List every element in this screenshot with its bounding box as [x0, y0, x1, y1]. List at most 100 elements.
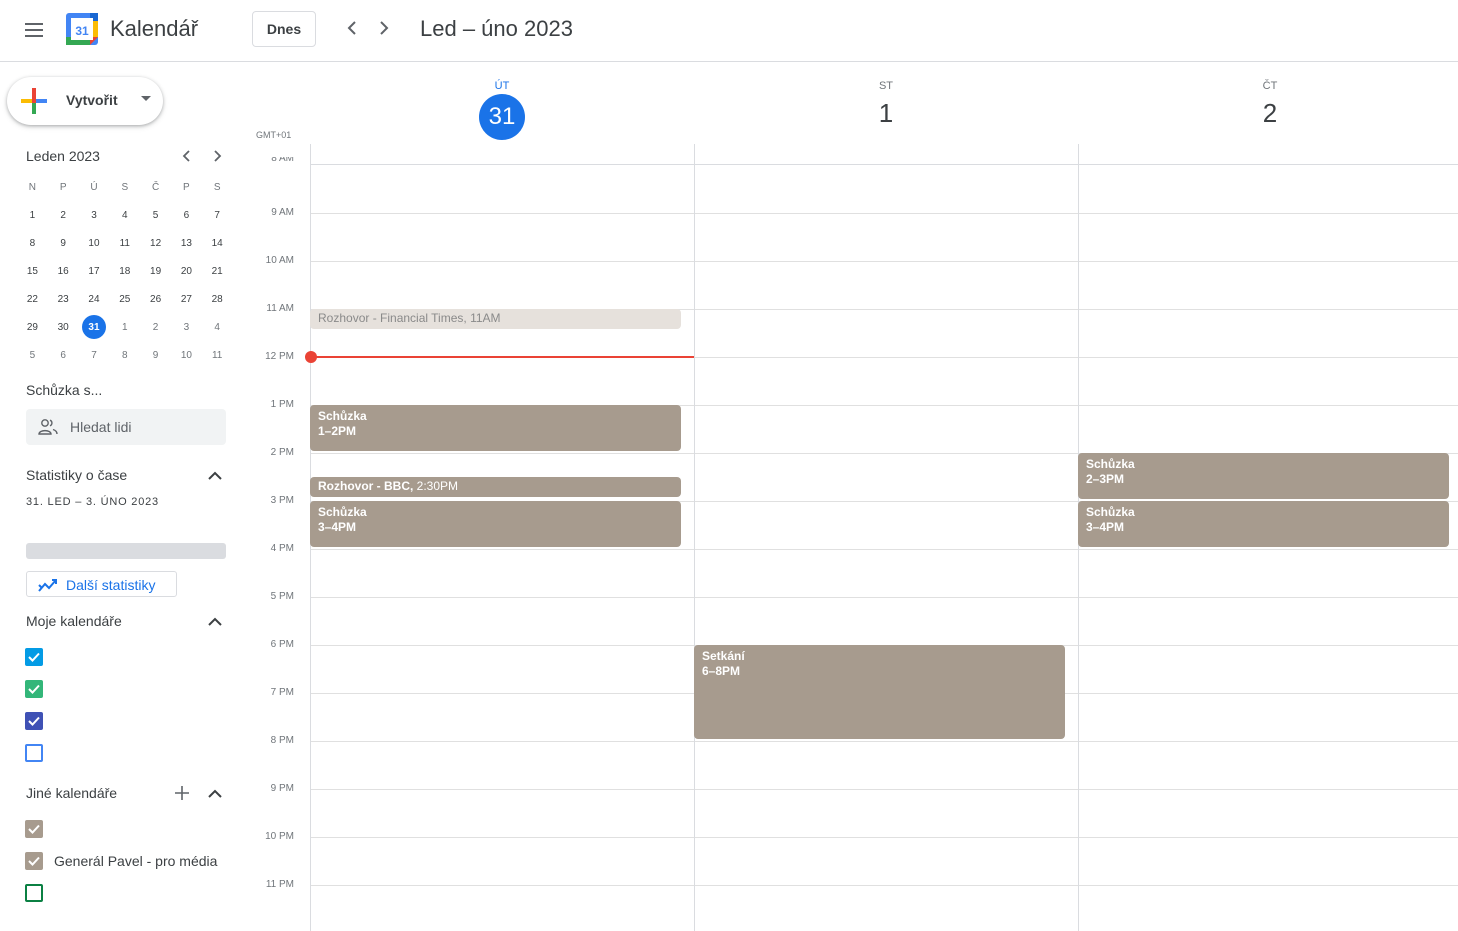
- calendar-checkbox[interactable]: [25, 744, 43, 762]
- create-button[interactable]: Vytvořit: [7, 77, 163, 125]
- collapse-my-calendars-icon[interactable]: [205, 611, 225, 631]
- main-menu-icon[interactable]: [16, 12, 52, 48]
- mini-day[interactable]: 4: [202, 313, 233, 341]
- mini-day[interactable]: 23: [48, 285, 79, 313]
- mini-weekday: S: [213, 181, 221, 193]
- mini-day[interactable]: 1: [17, 201, 48, 229]
- day-number-today[interactable]: 31: [479, 94, 525, 140]
- mini-day[interactable]: 3: [171, 313, 202, 341]
- calendar-logo[interactable]: 31: [66, 13, 98, 45]
- event-time: 1–2PM: [318, 424, 357, 438]
- mini-day[interactable]: 8: [17, 229, 48, 257]
- calendar-event[interactable]: Schůzka 3–4PM: [310, 501, 681, 547]
- mini-day[interactable]: 17: [79, 257, 110, 285]
- mini-day[interactable]: 13: [171, 229, 202, 257]
- calendar-checkbox[interactable]: [25, 852, 43, 870]
- mini-day[interactable]: 7: [79, 341, 110, 369]
- calendar-checkbox[interactable]: [25, 712, 43, 730]
- mini-day[interactable]: 6: [48, 341, 79, 369]
- more-insights-button[interactable]: Další statistiky: [26, 571, 177, 597]
- mini-day[interactable]: 12: [140, 229, 171, 257]
- mini-prev-month-icon[interactable]: [177, 146, 197, 166]
- mini-day[interactable]: 30: [48, 313, 79, 341]
- mini-calendar-title: Leden 2023: [26, 148, 100, 164]
- calendar-event[interactable]: Setkání 6–8PM: [694, 645, 1065, 739]
- hour-label: 11 PM: [265, 879, 294, 890]
- hour-label: 7 PM: [270, 687, 294, 698]
- hour-label: 9 AM: [271, 207, 294, 218]
- mini-day[interactable]: 25: [109, 285, 140, 313]
- search-people-input[interactable]: Hledat lidi: [26, 409, 226, 445]
- hour-line: [310, 837, 1458, 838]
- mini-week-row: 29 30 31 1 2 3 4: [17, 313, 233, 341]
- mini-day-today[interactable]: 31: [79, 313, 110, 341]
- today-button[interactable]: Dnes: [252, 11, 316, 47]
- mini-day[interactable]: 22: [17, 285, 48, 313]
- mini-day[interactable]: 9: [140, 341, 171, 369]
- mini-day[interactable]: 15: [17, 257, 48, 285]
- calendar-event[interactable]: Rozhovor - BBC, 2:30PM: [310, 477, 681, 497]
- mini-day[interactable]: 1: [109, 313, 140, 341]
- logo-day: 31: [75, 24, 89, 38]
- mini-day[interactable]: 28: [202, 285, 233, 313]
- mini-day[interactable]: 4: [109, 201, 140, 229]
- mini-day[interactable]: 6: [171, 201, 202, 229]
- mini-day[interactable]: 9: [48, 229, 79, 257]
- day-of-week: ST: [878, 80, 894, 92]
- check-icon: [28, 856, 40, 866]
- event-time: 2:30PM: [416, 479, 459, 493]
- mini-day[interactable]: 3: [79, 201, 110, 229]
- calendar-checkbox[interactable]: [25, 884, 43, 902]
- mini-day[interactable]: 29: [17, 313, 48, 341]
- day-number[interactable]: 1: [694, 98, 1078, 129]
- event-title: Schůzka: [318, 409, 367, 423]
- calendar-label[interactable]: Generál Pavel - pro média: [54, 853, 217, 869]
- mini-calendar-grid: N P Ú S Č P S 1 2 3 4 5 6 7 8 9 10 11 12 13 14 15 16 17 18 19 20 21…: [17, 173, 233, 369]
- mini-day[interactable]: 19: [140, 257, 171, 285]
- calendar-event[interactable]: Schůzka 3–4PM: [1078, 501, 1449, 547]
- add-calendar-icon[interactable]: [172, 783, 192, 803]
- mini-day[interactable]: 16: [48, 257, 79, 285]
- mini-day-number: 15: [26, 265, 38, 277]
- top-bar: 31 Kalendář Dnes Led – úno 2023: [0, 0, 1458, 62]
- mini-day[interactable]: 26: [140, 285, 171, 313]
- mini-week-row: 8 9 10 11 12 13 14: [17, 229, 233, 257]
- mini-day[interactable]: 2: [140, 313, 171, 341]
- current-time-line: [310, 356, 694, 358]
- search-people-placeholder: Hledat lidi: [70, 419, 132, 435]
- day-number[interactable]: 2: [1078, 98, 1458, 129]
- mini-day[interactable]: 2: [48, 201, 79, 229]
- mini-day[interactable]: 8: [109, 341, 140, 369]
- calendar-checkbox[interactable]: [25, 680, 43, 698]
- next-period-icon[interactable]: [370, 14, 398, 42]
- mini-day[interactable]: 10: [79, 229, 110, 257]
- mini-day-number: 23: [57, 293, 69, 305]
- mini-day[interactable]: 21: [202, 257, 233, 285]
- day-header: ÚT 31: [310, 62, 694, 144]
- mini-day-number: 3: [91, 209, 97, 221]
- mini-day[interactable]: 27: [171, 285, 202, 313]
- mini-day[interactable]: 5: [140, 201, 171, 229]
- calendar-event[interactable]: Schůzka 1–2PM: [310, 405, 681, 451]
- mini-day[interactable]: 11: [109, 229, 140, 257]
- mini-next-month-icon[interactable]: [207, 146, 227, 166]
- mini-day[interactable]: 24: [79, 285, 110, 313]
- mini-day[interactable]: 18: [109, 257, 140, 285]
- mini-day[interactable]: 5: [17, 341, 48, 369]
- calendar-checkbox[interactable]: [25, 648, 43, 666]
- mini-day[interactable]: 20: [171, 257, 202, 285]
- mini-day-number: 10: [88, 237, 100, 249]
- mini-day[interactable]: 7: [202, 201, 233, 229]
- collapse-insights-icon[interactable]: [205, 465, 225, 485]
- mini-day[interactable]: 14: [202, 229, 233, 257]
- calendar-event[interactable]: Rozhovor - Financial Times, 11AM: [310, 309, 681, 329]
- create-label: Vytvořit: [66, 92, 118, 108]
- mini-day-number: 28: [211, 293, 223, 305]
- event-time: 2–3PM: [1086, 472, 1125, 486]
- mini-day[interactable]: 10: [171, 341, 202, 369]
- previous-period-icon[interactable]: [338, 14, 366, 42]
- collapse-other-calendars-icon[interactable]: [205, 783, 225, 803]
- mini-day[interactable]: 11: [202, 341, 233, 369]
- calendar-checkbox[interactable]: [25, 820, 43, 838]
- calendar-event[interactable]: Schůzka 2–3PM: [1078, 453, 1449, 499]
